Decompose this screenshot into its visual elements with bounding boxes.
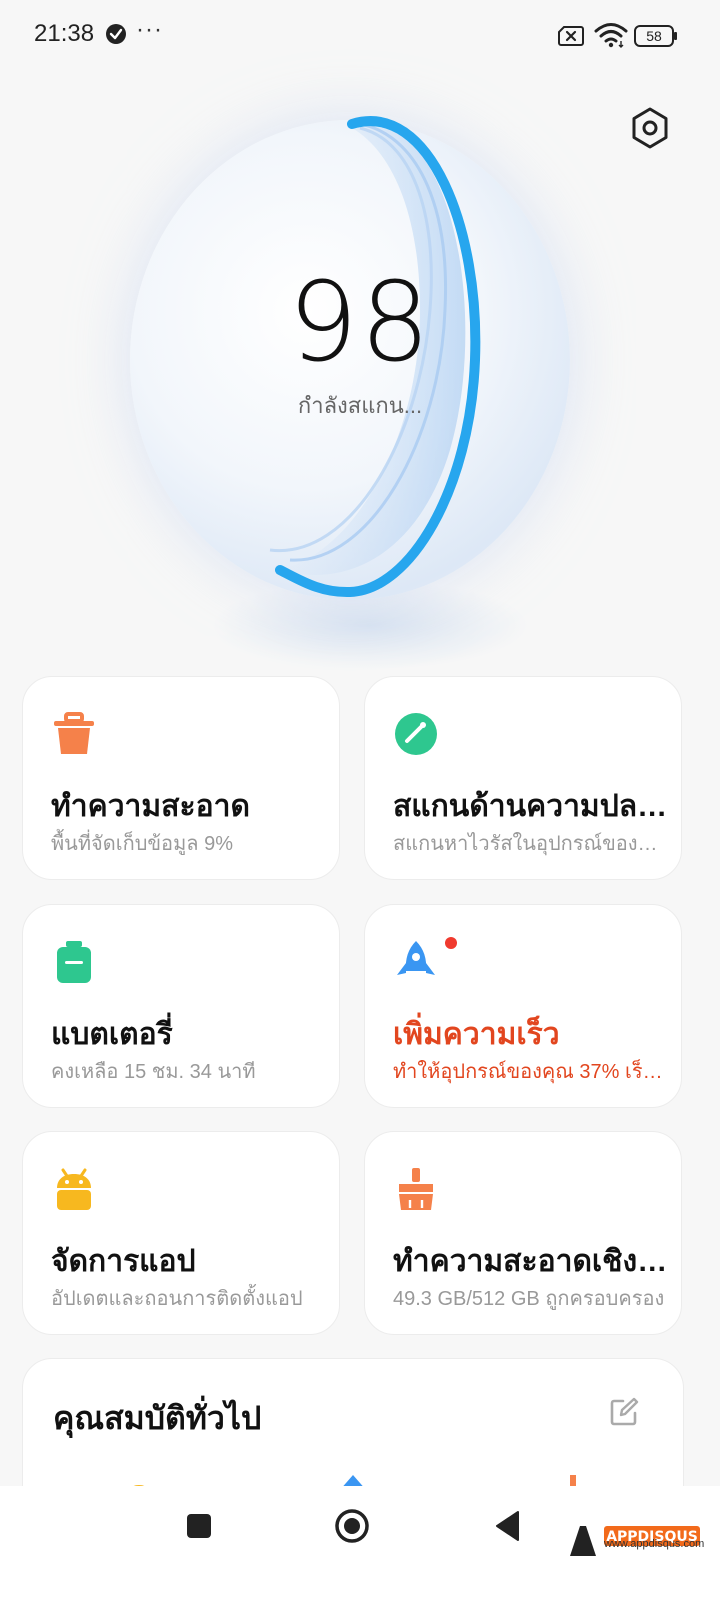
settings-icon[interactable] <box>628 106 672 150</box>
battery-level: 58 <box>646 28 662 44</box>
section-title: คุณสมบัติทั่วไป <box>53 1400 262 1436</box>
recent-apps-icon[interactable] <box>186 1513 212 1539</box>
card-title: สแกนด้านความปลอดภัย <box>393 790 669 823</box>
card-subtitle: สแกนหาไวรัสในอุปกรณ์ของคุณ <box>393 833 669 855</box>
card-subtitle: ทำให้อุปกรณ์ของคุณ 37% เร็วขึ้น <box>393 1061 669 1083</box>
card-title: ทำความสะอาดเชิงลึก <box>393 1245 669 1278</box>
sim-x-icon <box>558 26 584 46</box>
scan-status-text: กำลังสแกน... <box>297 393 423 418</box>
card-security-scan[interactable]: สแกนด้านความปลอดภัย สแกนหาไวรัสในอุปกรณ์… <box>364 676 682 880</box>
edit-icon[interactable] <box>609 1397 639 1427</box>
card-title: จัดการแอป <box>51 1245 196 1278</box>
card-speed-up[interactable]: เพิ่มความเร็ว ทำให้อุปกรณ์ของคุณ 37% เร็… <box>364 904 682 1108</box>
card-title: เพิ่มความเร็ว <box>393 1018 560 1051</box>
watermark-url: www.appdisqus.com <box>604 1538 705 1550</box>
status-time: 21:38 <box>34 20 95 47</box>
security-score: 98 <box>288 258 432 386</box>
wifi-icon <box>594 23 628 48</box>
back-icon[interactable] <box>494 1510 520 1542</box>
card-title: แบตเตอรี่ <box>51 1018 173 1051</box>
battery-card-icon <box>57 941 91 983</box>
shield-scan-icon <box>395 713 437 755</box>
android-icon <box>57 1168 91 1210</box>
brush-icon <box>399 1168 433 1210</box>
trash-icon <box>54 712 94 754</box>
card-subtitle: 49.3 GB/512 GB ถูกครอบครอง <box>393 1288 665 1310</box>
rocket-icon <box>397 941 435 975</box>
card-deep-clean[interactable]: ทำความสะอาดเชิงลึก 49.3 GB/512 GB ถูกครอ… <box>364 1131 682 1335</box>
card-subtitle: พื้นที่จัดเก็บข้อมูล 9% <box>51 833 233 855</box>
card-app-manager[interactable]: จัดการแอป อัปเดตและถอนการติดตั้งแอป <box>22 1131 340 1335</box>
check-circle-icon <box>106 24 126 44</box>
status-bar: 21:38 ··· 58 <box>0 0 720 70</box>
notification-dot <box>445 937 457 949</box>
card-title: ทำความสะอาด <box>51 790 250 823</box>
card-cleaner[interactable]: ทำความสะอาด พื้นที่จัดเก็บข้อมูล 9% <box>22 676 340 880</box>
card-subtitle: อัปเดตและถอนการติดตั้งแอป <box>51 1288 303 1310</box>
card-subtitle: คงเหลือ 15 ชม. 34 นาที <box>51 1061 256 1083</box>
more-notifications-icon: ··· <box>136 16 163 43</box>
home-icon[interactable] <box>334 1508 370 1544</box>
card-battery[interactable]: แบตเตอรี่ คงเหลือ 15 ชม. 34 นาที <box>22 904 340 1108</box>
